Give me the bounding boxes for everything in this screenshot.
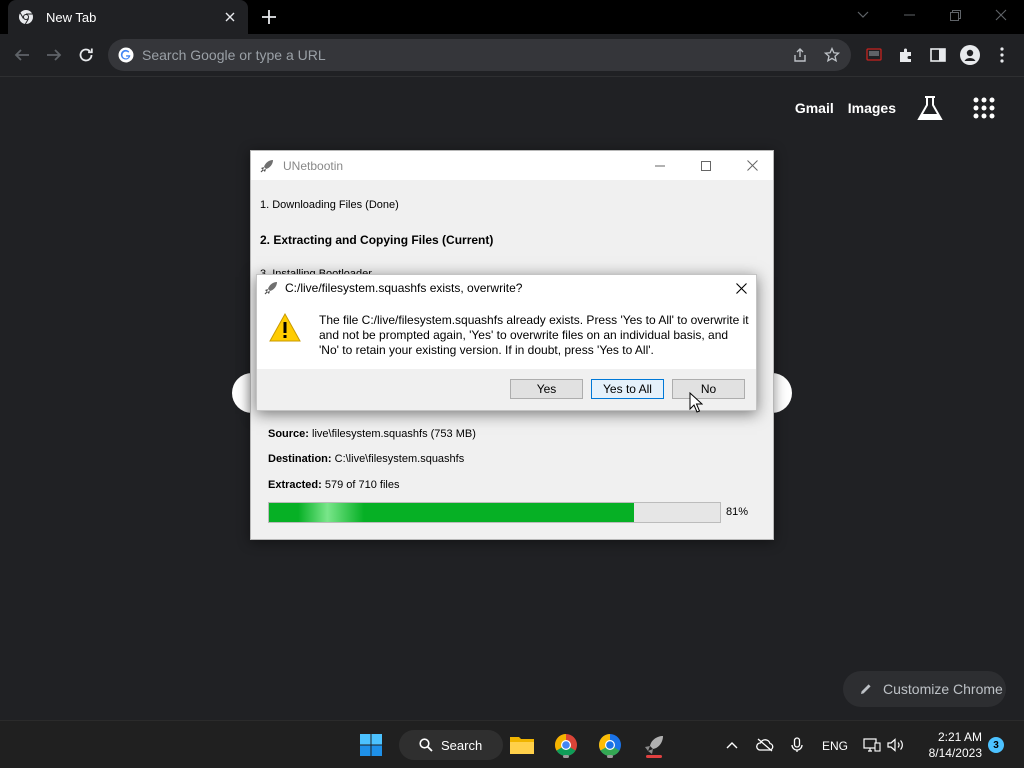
side-panel-icon[interactable] [928,45,948,65]
dialog-body: The file C:/live/filesystem.squashfs alr… [257,301,756,369]
customize-chrome-button[interactable]: Customize Chrome [843,671,1006,707]
bookmark-star-icon[interactable] [824,47,840,63]
chrome-icon [19,10,33,25]
yes-button[interactable]: Yes [510,379,583,399]
clock-date: 8/14/2023 [928,746,982,760]
search-icon [419,738,433,752]
labs-flask-icon[interactable] [910,93,950,123]
active-window-indicator [646,755,662,758]
media-router-icon[interactable] [864,45,884,65]
forward-arrow-icon[interactable] [44,45,64,65]
new-tab-plus-icon[interactable] [260,8,278,26]
source-label: Source: [268,428,309,440]
taskbar-search[interactable]: Search [399,730,503,760]
network-icon[interactable] [862,735,882,755]
warning-icon [269,313,301,342]
dialog-title: C:/live/filesystem.squashfs exists, over… [285,281,523,295]
google-g-icon [118,47,134,63]
source-value: live\filesystem.squashfs (753 MB) [312,428,476,440]
pencil-icon [861,684,871,694]
taskbar-search-label: Search [441,737,483,753]
minimize-window-icon[interactable] [886,0,932,30]
close-window-icon[interactable] [978,0,1024,30]
step-extracting: 2. Extracting and Copying Files (Current… [260,233,494,247]
destination-row: Destination: C:\live\filesystem.squashfs [268,453,464,465]
maximize-icon[interactable] [683,151,729,180]
reload-icon[interactable] [76,45,96,65]
ntp-header-links: Gmail Images [795,93,1004,123]
dialog-message: The file C:/live/filesystem.squashfs alr… [319,313,749,357]
clock-time: 2:21 AM [937,730,982,744]
progress-percent-label: 81% [726,506,749,518]
input-language[interactable]: ENG [822,739,848,753]
extensions-puzzle-icon[interactable] [896,45,916,65]
no-button[interactable]: No [672,379,745,399]
extraction-progress-bar [268,502,721,523]
unetbootin-rocket-icon [264,282,277,295]
back-arrow-icon[interactable] [12,45,32,65]
volume-icon[interactable] [886,735,906,755]
chrome-canary-app[interactable] [594,729,626,761]
menu-kebab-icon[interactable] [992,45,1012,65]
close-tab-icon[interactable] [222,9,238,25]
file-explorer-app[interactable] [506,729,538,761]
source-row: Source: live\filesystem.squashfs (753 MB… [268,428,476,440]
gmail-link[interactable]: Gmail [795,100,834,116]
microphone-icon[interactable] [787,735,807,755]
omnibox-placeholder: Search Google or type a URL [142,47,326,63]
folder-icon [510,737,534,754]
destination-label: Destination: [268,453,332,465]
dialog-titlebar[interactable]: C:/live/filesystem.squashfs exists, over… [257,275,756,301]
minimize-icon[interactable] [637,151,683,180]
share-icon[interactable] [792,47,808,63]
show-hidden-icons-chevron-icon[interactable] [722,735,742,755]
tab-title: New Tab [46,9,97,25]
chrome-beta-icon [599,734,621,756]
windows-logo-icon [360,734,382,756]
running-indicator [607,755,613,758]
destination-value: C:\live\filesystem.squashfs [334,453,465,465]
extracted-value: 579 of 710 files [324,479,400,491]
extracted-row: Extracted: 579 of 710 files [268,479,399,491]
overwrite-dialog: C:/live/filesystem.squashfs exists, over… [256,274,757,411]
notification-count-badge[interactable]: 3 [988,737,1004,753]
unetbootin-title: UNetbootin [283,158,344,173]
browser-toolbar: Search Google or type a URL [0,34,1024,77]
tab-search-chevron-icon[interactable] [840,0,886,30]
windows-taskbar: Search ENG 2:21 AM 8/14/2023 3 [0,720,1024,768]
start-button[interactable] [355,729,387,761]
onedrive-offline-icon[interactable] [755,735,775,755]
extracted-label: Extracted: [268,479,322,491]
yes-to-all-button[interactable]: Yes to All [591,379,664,399]
tab-new-tab[interactable]: New Tab [8,0,248,34]
taskbar-clock[interactable]: 2:21 AM 8/14/2023 [916,729,982,761]
mouse-pointer-icon [689,392,703,413]
omnibox[interactable]: Search Google or type a URL [108,39,851,71]
images-link[interactable]: Images [848,100,896,116]
chrome-app[interactable] [550,729,582,761]
google-apps-grid-icon[interactable] [964,93,1004,123]
restore-window-icon[interactable] [932,0,978,30]
progress-fill [269,503,635,522]
dialog-close-icon[interactable] [732,279,750,297]
customize-chrome-label: Customize Chrome [883,681,1003,697]
unetbootin-rocket-icon [260,159,273,172]
chrome-icon [555,734,577,756]
unetbootin-app[interactable] [638,729,670,761]
unetbootin-rocket-icon [645,736,663,754]
step-downloading: 1. Downloading Files (Done) [260,199,399,211]
profile-avatar-icon[interactable] [960,45,980,65]
tab-strip: New Tab [0,0,1024,34]
running-indicator [563,755,569,758]
close-icon[interactable] [729,151,775,180]
